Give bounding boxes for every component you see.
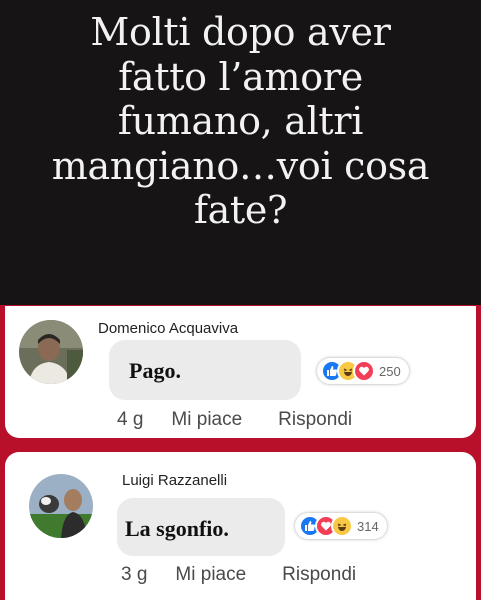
meme-page: Molti dopo aver fatto l’amore fumano, al… [0, 0, 481, 600]
reactions-summary[interactable]: 250 [317, 358, 409, 384]
comment-text: La sgonfio. [125, 516, 229, 541]
avatar[interactable] [29, 474, 93, 538]
comment-text: Pago. [129, 358, 181, 383]
comment-actions: 3 g Mi piace Rispondi [121, 564, 356, 586]
avatar-photo [19, 320, 83, 384]
comment-age[interactable]: 4 g [117, 409, 143, 431]
meme-caption: Molti dopo aver fatto l’amore fumano, al… [10, 10, 471, 233]
love-icon [353, 360, 375, 382]
like-link[interactable]: Mi piace [171, 409, 242, 431]
reaction-count: 250 [379, 363, 401, 379]
caption-line: mangiano…voi cosa [51, 143, 430, 188]
caption-line: fate? [193, 188, 288, 232]
comment-author[interactable]: Domenico Acquaviva [98, 320, 238, 337]
comment-card: Luigi Razzanelli La sgonfio. 314 3 g Mi … [5, 452, 476, 600]
comment-card: Domenico Acquaviva Pago. 250 4 g Mi piac… [5, 306, 476, 438]
reply-link[interactable]: Rispondi [282, 564, 356, 586]
caption-line: fatto l’amore [118, 54, 363, 99]
avatar[interactable] [19, 320, 83, 384]
comment-author[interactable]: Luigi Razzanelli [122, 472, 227, 489]
reactions-summary[interactable]: 314 [295, 513, 387, 539]
comment-age[interactable]: 3 g [121, 564, 147, 586]
reaction-count: 314 [357, 518, 379, 534]
like-link[interactable]: Mi piace [175, 564, 246, 586]
caption-line: Molti dopo aver [90, 10, 391, 54]
comment-actions: 4 g Mi piace Rispondi [117, 409, 352, 431]
avatar-photo [29, 474, 93, 538]
haha-icon [331, 515, 353, 537]
meme-header: Molti dopo aver fatto l’amore fumano, al… [0, 0, 481, 305]
caption-line: fumano, altri [117, 99, 364, 143]
reply-link[interactable]: Rispondi [278, 409, 352, 431]
